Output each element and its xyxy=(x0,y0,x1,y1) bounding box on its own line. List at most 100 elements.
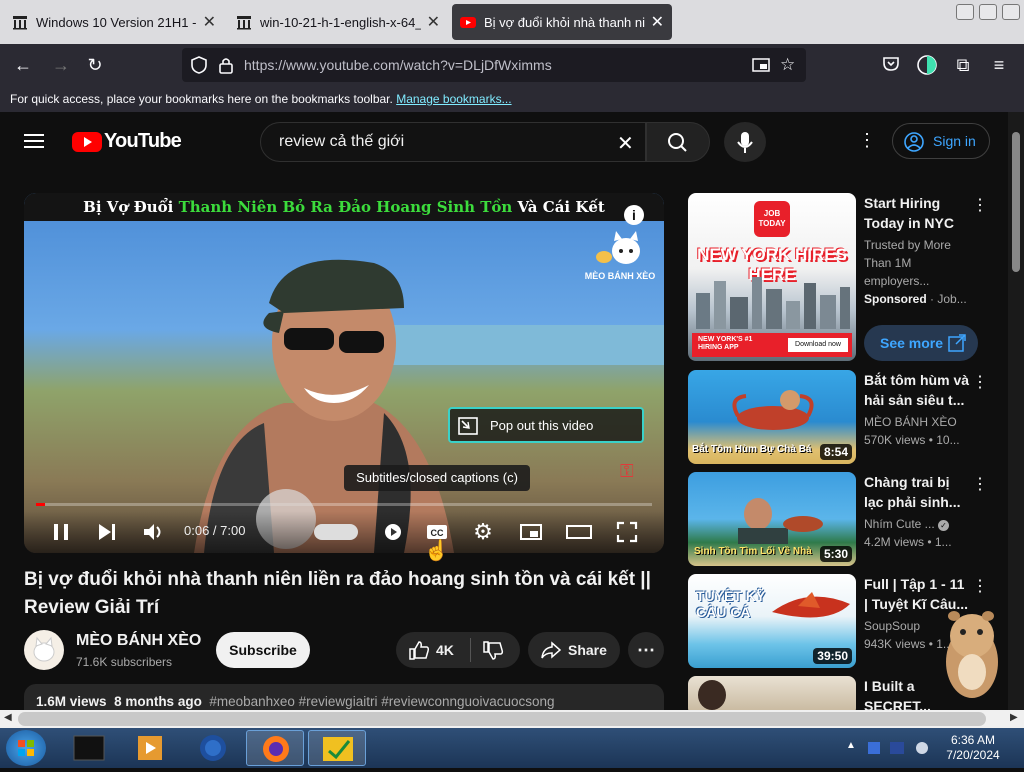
youtube-logo-icon[interactable] xyxy=(72,132,102,152)
thumbs-down-icon xyxy=(483,641,504,660)
related-video-card[interactable]: Sinh Tồn Tìm Lối Về Nhà 5:30 Chàng trai … xyxy=(688,472,1008,568)
scroll-left-icon[interactable]: ◀ xyxy=(4,712,12,723)
overlay-title-part2: Và Cái Kết xyxy=(512,198,605,216)
search-input[interactable]: review cả thế giới ✕ xyxy=(260,122,646,162)
channel-name[interactable]: MÈO BÁNH XÈO xyxy=(76,632,201,650)
thumbnail-caption: TUYỆT KỸ CÂU CÁ xyxy=(696,588,766,620)
reload-icon[interactable]: ↻ xyxy=(84,54,106,76)
taskbar-app-media[interactable] xyxy=(122,730,180,766)
forward-arrow-icon[interactable]: → xyxy=(50,54,72,76)
related-channel[interactable]: MÈO BÁNH XÈO xyxy=(864,415,974,429)
video-frame-person xyxy=(194,259,454,553)
video-menu-icon[interactable]: ⋮ xyxy=(972,474,988,494)
youtube-wordmark[interactable]: YouTube xyxy=(104,130,182,153)
next-icon[interactable] xyxy=(92,517,122,547)
hamburger-menu-icon[interactable] xyxy=(24,132,46,150)
menu-icon[interactable]: ≡ xyxy=(988,54,1010,76)
autoplay-toggle[interactable] xyxy=(314,524,358,540)
taskbar-clock[interactable]: 6:36 AM 7/20/2024 xyxy=(940,733,1006,763)
hamster-pet-icon xyxy=(946,611,998,698)
extensions-icon[interactable]: ⧉ xyxy=(952,54,974,76)
hashtags[interactable]: #meobanhxeo #reviewgiaitri #reviewconngu… xyxy=(209,694,554,709)
view-count: 1.6M views xyxy=(36,694,107,709)
video-menu-icon[interactable]: ⋮ xyxy=(972,372,988,392)
url-bar[interactable]: https://www.youtube.com/watch?v=DLjDfWxi… xyxy=(182,48,806,82)
search-button[interactable] xyxy=(646,122,710,162)
ad-title-line2[interactable]: Today in NYC xyxy=(864,213,976,233)
related-title-line2[interactable]: hải sản siêu t... xyxy=(864,390,976,410)
tray-expand-icon[interactable]: ▲ xyxy=(846,740,856,751)
taskbar-app-firefox[interactable] xyxy=(246,730,304,766)
horizontal-scrollbar[interactable]: ◀ ▶ xyxy=(0,710,1024,728)
video-thumbnail[interactable] xyxy=(688,676,856,710)
browser-tab[interactable]: Windows 10 Version 21H1 - Eng ✕ xyxy=(4,4,224,40)
pop-out-video-button[interactable]: Pop out this video xyxy=(448,407,644,443)
theater-mode-icon[interactable] xyxy=(564,517,594,547)
video-menu-icon[interactable]: ⋮ xyxy=(972,576,988,596)
taskbar-app-terminal[interactable] xyxy=(60,730,118,766)
ad-menu-icon[interactable]: ⋮ xyxy=(972,195,988,215)
close-icon[interactable]: ✕ xyxy=(427,12,440,32)
video-thumbnail[interactable]: Sinh Tồn Tìm Lối Về Nhà 5:30 xyxy=(688,472,856,566)
ad-title-line1[interactable]: Start Hiring xyxy=(864,193,976,213)
fullscreen-icon[interactable] xyxy=(612,517,642,547)
scroll-right-icon[interactable]: ▶ xyxy=(1010,712,1018,723)
sign-in-button[interactable]: Sign in xyxy=(892,123,990,159)
gear-icon[interactable]: ⚙ xyxy=(468,517,498,547)
manage-bookmarks-link[interactable]: Manage bookmarks... xyxy=(396,92,511,106)
browser-tab-active[interactable]: Bị vợ đuổi khỏi nhà thanh niên ✕ xyxy=(452,4,672,40)
related-channel[interactable]: Nhím Cute ... ✓ xyxy=(864,517,974,531)
like-button[interactable] xyxy=(408,640,430,663)
see-more-button[interactable]: See more xyxy=(864,325,978,361)
scrollbar-thumb[interactable] xyxy=(18,712,986,726)
video-thumbnail[interactable]: TUYỆT KỸ CÂU CÁ 39:50 xyxy=(688,574,856,668)
pause-icon[interactable] xyxy=(46,517,76,547)
ad-thumbnail[interactable]: JOB TODAY NEW YORK HIRES HERE NEW YORK'S… xyxy=(688,193,856,361)
description-box[interactable]: 1.6M views 8 months ago #meobanhxeo #rev… xyxy=(24,684,664,710)
ad-card[interactable]: JOB TODAY NEW YORK HIRES HERE NEW YORK'S… xyxy=(688,193,1008,363)
subscriber-count: 71.6K subscribers xyxy=(76,655,173,669)
more-actions-button[interactable]: ⋯ xyxy=(628,632,664,668)
volume-icon[interactable] xyxy=(138,517,168,547)
taskbar-app-browser[interactable] xyxy=(184,730,242,766)
taskbar-app-tool[interactable] xyxy=(308,730,366,766)
related-video-card[interactable]: Bắt Tôm Hùm Bự Chà Bá 8:54 Bắt tôm hùm v… xyxy=(688,370,1008,466)
info-icon[interactable]: i xyxy=(624,205,644,225)
related-title-line1[interactable]: Chàng trai bị xyxy=(864,472,976,492)
minimize-button[interactable] xyxy=(956,4,974,20)
miniplayer-icon[interactable] xyxy=(516,517,546,547)
related-title-line1[interactable]: Bắt tôm hùm và xyxy=(864,370,976,390)
scrollbar-thumb[interactable] xyxy=(1012,132,1020,272)
video-player[interactable]: Bị Vợ Đuổi Thanh Niên Bỏ Ra Đảo Hoang Si… xyxy=(24,193,664,553)
back-arrow-icon[interactable]: ← xyxy=(12,54,34,76)
share-button[interactable]: Share xyxy=(528,632,620,668)
window-close-button[interactable] xyxy=(1002,4,1020,20)
pip-icon[interactable] xyxy=(752,56,770,74)
browser-tab[interactable]: win-10-21-h-1-english-x-64_20 ✕ xyxy=(228,4,448,40)
vertical-scrollbar[interactable] xyxy=(1008,112,1024,710)
settings-kebab-icon[interactable]: ⋮ xyxy=(858,130,876,151)
autoplay-play-icon[interactable] xyxy=(378,517,408,547)
shield-icon[interactable] xyxy=(190,55,208,75)
account-icon[interactable] xyxy=(916,54,938,76)
subscribe-button[interactable]: Subscribe xyxy=(216,632,310,668)
star-icon[interactable]: ☆ xyxy=(780,55,798,74)
lobster-graphic xyxy=(732,390,814,430)
avatar[interactable] xyxy=(24,630,64,670)
voice-search-button[interactable] xyxy=(724,122,766,162)
close-icon[interactable]: ✕ xyxy=(651,12,664,32)
video-thumbnail[interactable]: Bắt Tôm Hùm Bự Chà Bá 8:54 xyxy=(688,370,856,464)
windows-start-icon[interactable] xyxy=(6,730,46,766)
related-title-line1[interactable]: Full | Tập 1 - 11 xyxy=(864,574,976,594)
lock-icon[interactable] xyxy=(218,56,234,74)
pocket-icon[interactable] xyxy=(880,54,902,76)
clear-search-icon[interactable]: ✕ xyxy=(617,131,634,156)
close-icon[interactable]: ✕ xyxy=(203,12,216,32)
progress-bar[interactable] xyxy=(36,503,652,506)
dislike-button[interactable] xyxy=(482,641,504,664)
maximize-button[interactable] xyxy=(979,4,997,20)
windows-taskbar: ▲ 6:36 AM 7/20/2024 xyxy=(0,728,1024,768)
job-today-logo: JOB TODAY xyxy=(754,201,790,237)
see-more-label: See more xyxy=(880,335,944,351)
related-title-line2[interactable]: lạc phải sinh... xyxy=(864,492,976,512)
